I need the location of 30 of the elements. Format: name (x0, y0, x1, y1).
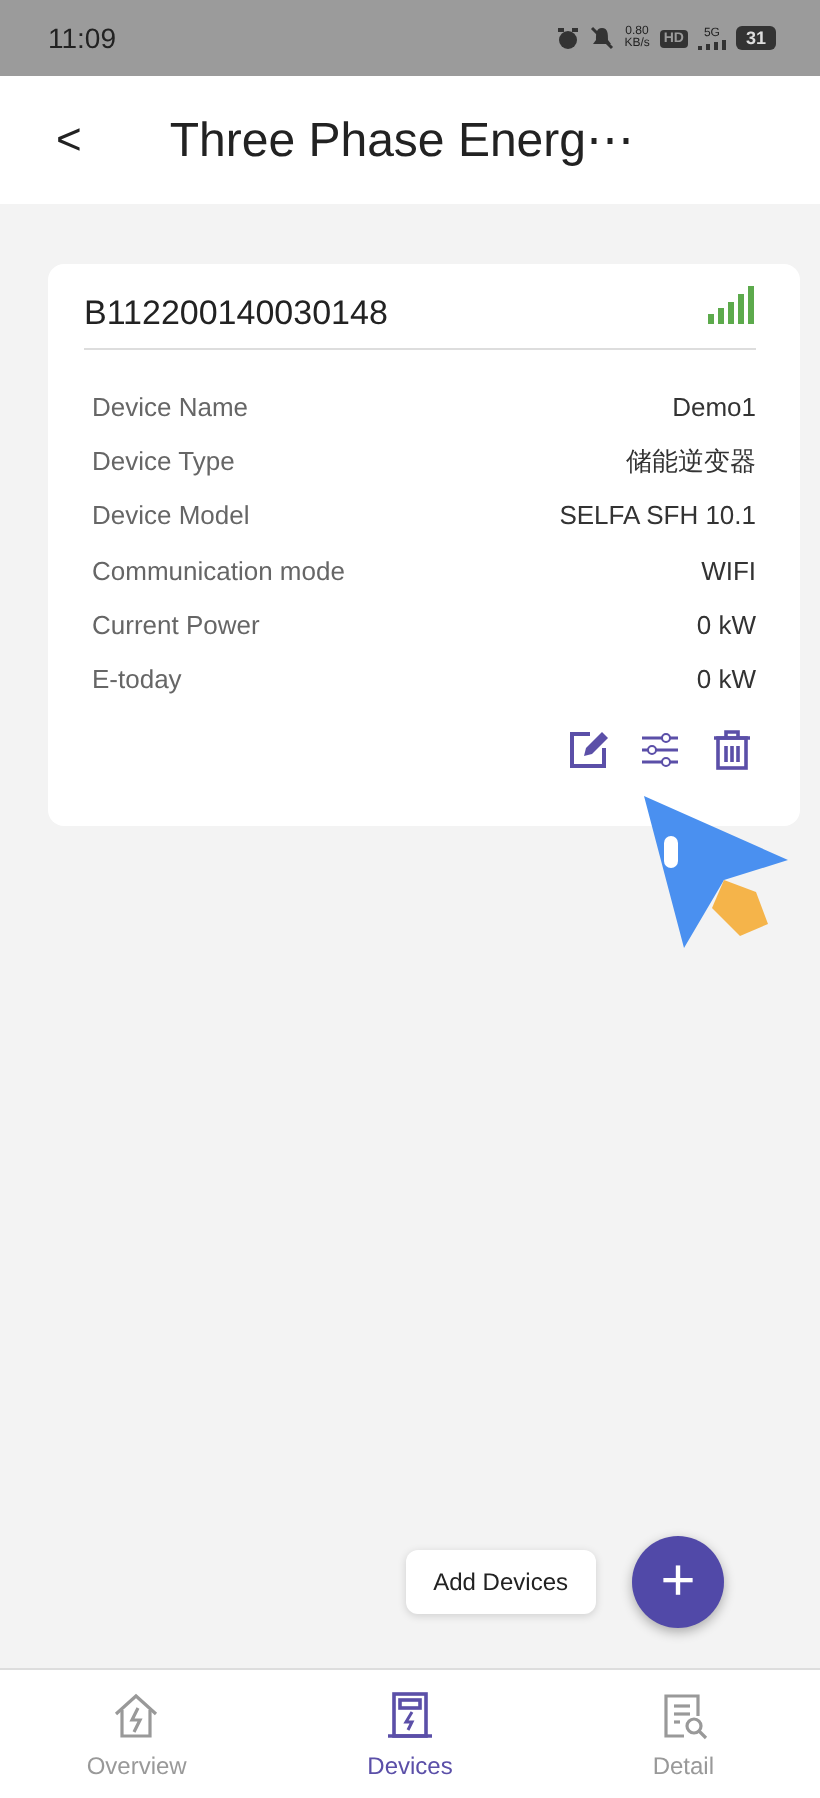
back-button[interactable]: < (44, 114, 94, 166)
alarm-icon (556, 26, 581, 50)
field-value: SELFA SFH 10.1 (559, 500, 756, 531)
home-icon (110, 1689, 163, 1741)
clock-time: 11:09 (48, 22, 116, 54)
delete-icon (710, 728, 754, 773)
field-value: 0 kW (696, 609, 756, 640)
muted-bell-icon (590, 26, 615, 50)
device-icon (384, 1689, 436, 1741)
device-serial: B112200140030148 (84, 292, 388, 334)
field-label: Device Name (92, 392, 249, 423)
field-value: 储能逆变器 (626, 443, 756, 480)
field-label: Device Type (92, 446, 235, 477)
field-label: E-today (92, 664, 182, 695)
field-value: Demo1 (672, 392, 756, 423)
add-button[interactable]: + (632, 1536, 724, 1628)
signal-icon (697, 39, 726, 49)
field-label: Current Power (92, 609, 260, 640)
field-value: WIFI (701, 555, 756, 586)
field-value: 0 kW (696, 664, 756, 695)
nav-tab[interactable]: Devices (273, 1670, 547, 1798)
battery-level: 31 (735, 26, 776, 50)
edit-icon (566, 728, 610, 773)
signal-strength-icon (708, 286, 756, 326)
add-devices-button[interactable]: Add Devices (405, 1550, 596, 1614)
delete-button[interactable] (708, 726, 756, 775)
settings-icon (638, 728, 682, 773)
field-label: Communication mode (92, 555, 345, 586)
page-title: Three Phase Energ⋯ (169, 111, 634, 169)
field-label: Device Model (92, 500, 250, 531)
